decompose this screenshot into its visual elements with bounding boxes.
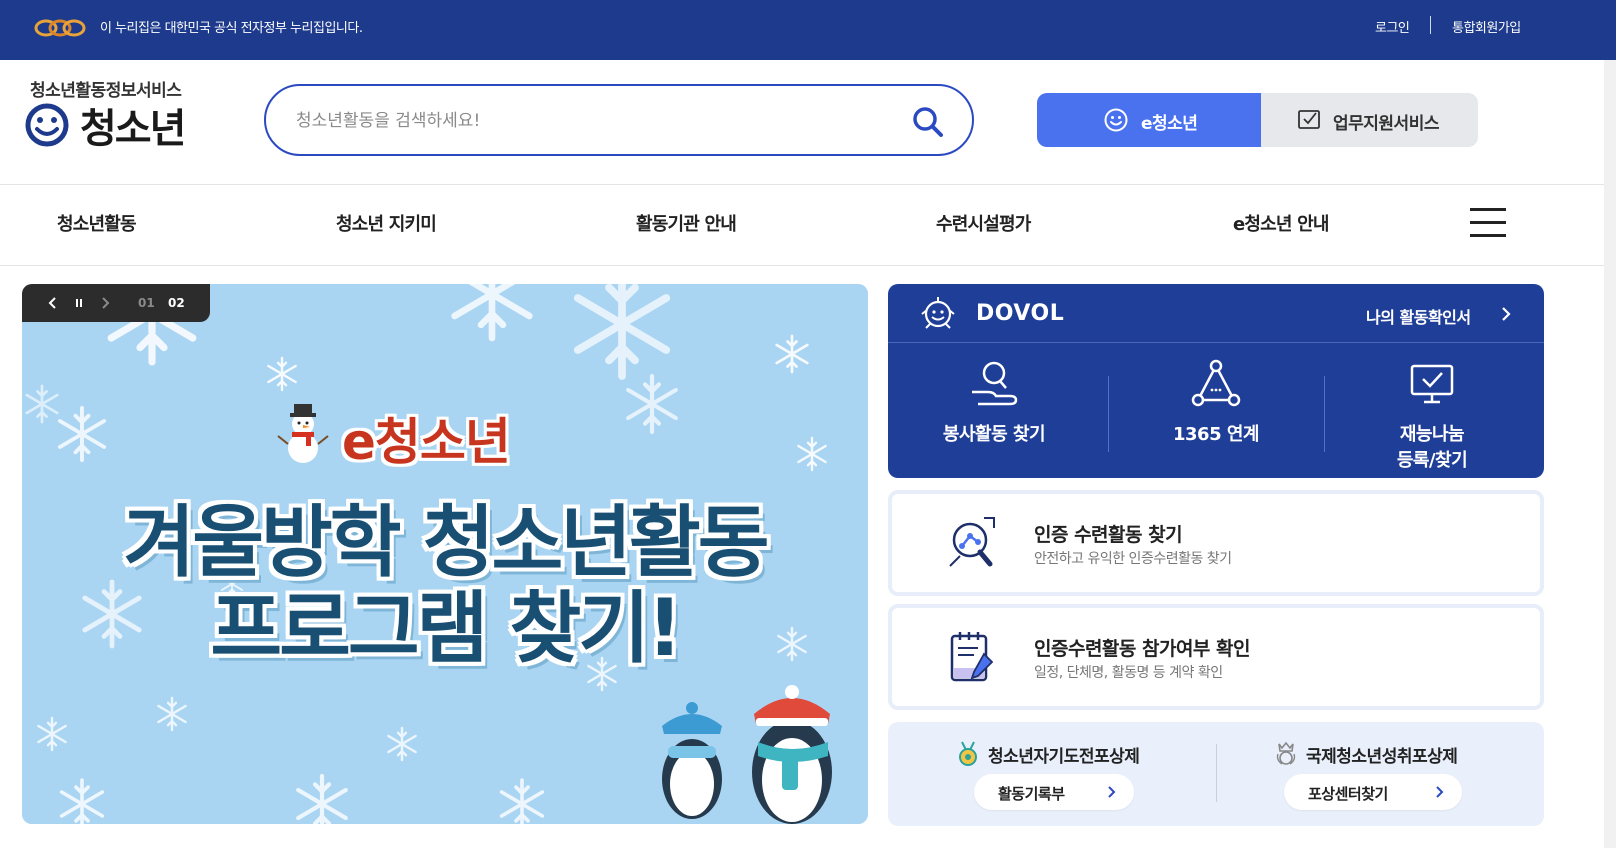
card-title: 인증 수련활동 찾기: [1034, 524, 1183, 546]
magnifier-molecule-icon: [949, 517, 995, 567]
medal-icon: [959, 741, 977, 766]
nav-item-youth-keeper[interactable]: 청소년 지키미: [336, 210, 437, 236]
chevron-right-icon[interactable]: [1500, 305, 1512, 323]
nav-item-youth-activity[interactable]: 청소년활동: [57, 210, 137, 236]
slide-indicator-current[interactable]: 02: [168, 296, 185, 310]
button-label: 포상센터찾기: [1308, 785, 1388, 803]
hand-magnifier-icon: [972, 361, 1018, 406]
banner-brand-title: e청소년: [342, 413, 511, 471]
divider: [0, 184, 1616, 185]
award-center-search-button[interactable]: 포상센터찾기: [1284, 774, 1462, 810]
slide-indicator[interactable]: 01: [138, 296, 155, 310]
nav-item-facility-evaluation[interactable]: 수련시설평가: [936, 210, 1031, 236]
nav-item-e-youth-guide[interactable]: e청소년 안내: [1233, 210, 1329, 236]
checkbox-envelope-icon: [1298, 110, 1320, 129]
volunteer-search-label: 봉사활동 찾기: [942, 424, 1046, 445]
slider-controls: 01 02: [22, 284, 210, 322]
tab-work-support-label: 업무지원서비스: [1333, 114, 1439, 134]
gov-notice-bar: 이 누리집은 대한민국 공식 전자정부 누리집입니다. 로그인 통합회원가입: [0, 0, 1616, 60]
award-title: 국제청소년성취포상제: [1306, 747, 1458, 767]
join-link[interactable]: 통합회원가입: [1452, 17, 1521, 36]
awards-box: 청소년자기도전포상제 활동기록부 국제청소년성취포상제 포상센터찾기: [888, 722, 1544, 826]
dovol-panel: DOVOL 나의 활동확인서 봉사활동 찾기 1365 연계 재능나눔 등록/찾…: [888, 284, 1544, 478]
tab-work-support[interactable]: 업무지원서비스: [1261, 93, 1478, 147]
chevron-right-icon[interactable]: [98, 295, 112, 311]
card-title: 인증수련활동 참가여부 확인: [1034, 638, 1251, 660]
talent-share-button[interactable]: 재능나눔 등록/찾기: [1326, 346, 1538, 474]
divider: [1430, 16, 1431, 34]
banner-headline-2: 프로그램 찾기!: [210, 584, 682, 674]
chevron-right-icon: [1436, 786, 1444, 798]
link-1365-label: 1365 연계: [1173, 424, 1259, 445]
snowman-icon: [277, 404, 329, 463]
tab-e-youth-label: e청소년: [1141, 114, 1198, 134]
dovol-title: DOVOL: [976, 301, 1065, 326]
award-title: 청소년자기도전포상제: [988, 747, 1140, 767]
crown-medal-icon: [1276, 741, 1296, 765]
tab-e-youth[interactable]: e청소년: [1037, 93, 1261, 147]
gov-notice-text: 이 누리집은 대한민국 공식 전자정부 누리집입니다.: [100, 21, 363, 36]
smile-face-icon: [25, 103, 69, 147]
login-link[interactable]: 로그인: [1375, 17, 1410, 36]
activity-record-button[interactable]: 활동기록부: [974, 774, 1134, 810]
dovol-logo-icon: [921, 297, 955, 329]
my-activity-certificate-link[interactable]: 나의 활동확인서: [1366, 304, 1471, 328]
divider: [1108, 376, 1109, 452]
nav-item-institution-guide[interactable]: 활동기관 안내: [636, 210, 737, 236]
talent-share-label-line2: 등록/찾기: [1396, 450, 1468, 471]
main-banner[interactable]: 01 02 e청소년 겨울방학 청소년활동 프로그램 찾기!: [22, 284, 868, 824]
participation-check-card[interactable]: 인증수련활동 참가여부 확인 일정, 단체명, 활동명 등 계약 확인: [888, 604, 1544, 710]
divider: [1216, 744, 1217, 802]
network-triangle-icon: [1191, 359, 1241, 407]
volunteer-search-button[interactable]: 봉사활동 찾기: [888, 346, 1100, 474]
search-icon[interactable]: [910, 104, 946, 140]
button-label: 활동기록부: [998, 785, 1065, 803]
search-input[interactable]: [296, 106, 856, 136]
link-1365-button[interactable]: 1365 연계: [1110, 346, 1322, 474]
chevron-right-icon: [1108, 786, 1116, 798]
talent-share-label: 재능나눔 등록/찾기: [1326, 422, 1538, 474]
brand-name: 청소년: [80, 106, 186, 152]
talent-share-label-line1: 재능나눔: [1399, 424, 1465, 445]
search-box: [264, 84, 974, 156]
penguins-illustration: [662, 685, 832, 824]
government-emblem-icon: [34, 19, 86, 37]
divider: [1324, 376, 1325, 452]
scrollbar[interactable]: [1604, 60, 1616, 848]
pause-icon[interactable]: [72, 295, 86, 311]
clipboard-pen-icon: [950, 632, 994, 682]
card-description: 일정, 단체명, 활동명 등 계약 확인: [1034, 665, 1223, 681]
chevron-left-icon[interactable]: [46, 295, 60, 311]
certified-activity-search-card[interactable]: 인증 수련활동 찾기 안전하고 유익한 인증수련활동 찾기: [888, 490, 1544, 596]
hamburger-menu-icon[interactable]: [1470, 208, 1506, 238]
divider: [0, 265, 1616, 266]
divider: [888, 342, 1544, 343]
card-description: 안전하고 유익한 인증수련활동 찾기: [1034, 551, 1232, 567]
smile-face-icon: [1104, 108, 1128, 132]
monitor-check-icon: [1410, 364, 1454, 404]
